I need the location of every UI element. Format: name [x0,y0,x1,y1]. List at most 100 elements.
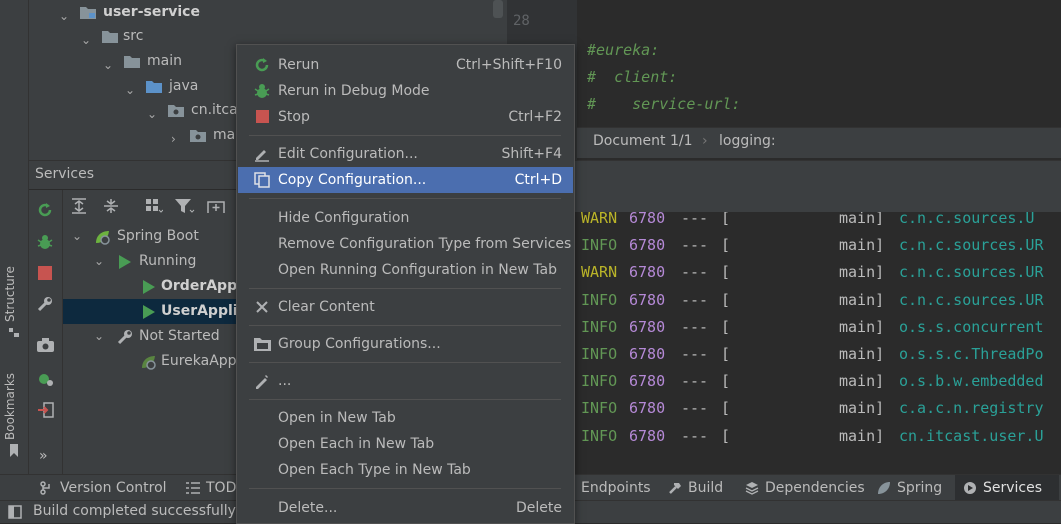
line-number: 28 [513,13,530,29]
menu-item-delete[interactable]: Delete... Delete [238,495,573,521]
services-row-not-started[interactable]: ⌄ Not Started [63,324,238,349]
hammer-icon [668,481,682,495]
tab-label: Endpoints [581,480,651,496]
services-label: Running [139,253,197,269]
menu-label: Open Each Type in New Tab [278,462,471,478]
log-level: INFO [581,399,618,418]
window-icon[interactable] [8,505,22,519]
log-logger: o.s.b.w.embedded [899,372,1044,391]
collapse-all-icon[interactable] [103,198,119,214]
menu-item-rerun-debug[interactable]: Rerun in Debug Mode [238,78,573,104]
new-tab-icon[interactable] [207,198,225,214]
pencil-icon [254,373,270,389]
log-logger: o.s.s.concurrent [899,317,1044,336]
log-thread: main] [839,372,885,391]
log-level: INFO [581,236,618,255]
stop-icon[interactable] [38,266,52,280]
menu-item-group-configurations[interactable]: Group Configurations... [238,331,573,357]
leaf-icon [877,481,891,495]
menu-item-more[interactable]: ... [238,368,573,394]
menu-separator [249,399,561,400]
context-menu: Rerun Ctrl+Shift+F10 Rerun in Debug Mode… [236,44,575,524]
menu-item-edit-configuration[interactable]: Edit Configuration... Shift+F4 [238,141,573,167]
console-output[interactable]: WARN 6780 --- [main] c.n.c.sources.U INFO 6780… [573,212,1061,459]
log-open: [ [721,345,731,363]
folder-icon [102,29,118,43]
menu-separator [249,135,561,136]
services-row-eureka-app[interactable]: EurekaApp [63,349,238,374]
log-pid: 6780 [629,236,666,255]
more-actions-button[interactable]: » [39,448,48,464]
structure-tab[interactable]: Structure [3,266,17,322]
filter-icon[interactable] [175,198,195,214]
tree-label: java [169,78,199,94]
tree-label: main [147,53,182,69]
menu-shortcut: Ctrl+Shift+F10 [455,57,562,73]
menu-label: Clear Content [278,299,375,315]
tree-scrollbar[interactable] [493,0,503,18]
menu-separator [249,198,561,199]
log-logger: o.s.s.c.ThreadPo [899,345,1044,363]
log-sep: --- [681,236,709,255]
rerun-icon[interactable] [37,202,53,218]
group-by-icon[interactable] [145,198,163,214]
wrench-icon[interactable] [37,296,53,312]
menu-item-clear-content[interactable]: Clear Content [238,294,573,320]
log-level: INFO [581,317,618,336]
log-open: [ [721,426,731,445]
camera-icon[interactable] [37,338,54,352]
menu-item-open-each-type[interactable]: Open Each Type in New Tab [238,457,573,483]
menu-item-rerun[interactable]: Rerun Ctrl+Shift+F10 [238,52,573,78]
log-pid: 6780 [629,426,666,445]
log-thread: main] [839,263,885,282]
log-open: [ [721,399,731,418]
module-folder-icon [80,5,96,19]
log-pid: 6780 [629,263,666,282]
services-row-user-app[interactable]: UserApplic [63,299,246,324]
breadcrumb-item[interactable]: logging: [719,133,776,149]
debug-settings-icon[interactable] [37,370,53,386]
services-row-order-app[interactable]: OrderAppli [63,274,247,299]
log-thread: main] [839,317,885,336]
log-open: [ [721,372,731,391]
menu-item-open-running-config[interactable]: Open Running Configuration in New Tab [238,257,573,283]
services-row-running[interactable]: ⌄ Running [63,249,238,274]
chevron-right-icon: › [171,132,176,146]
tab-services[interactable]: Services [955,475,1059,501]
chevron-down-icon: ⌄ [72,229,83,243]
menu-separator [249,288,561,289]
log-level: INFO [581,372,618,391]
log-thread: main] [839,212,885,227]
log-logger: c.n.c.sources.UR [899,236,1044,255]
tree-label: user-service [103,4,200,20]
tab-label: Build [688,480,724,496]
services-label: UserApplic [161,303,246,319]
chevron-down-icon: ⌄ [125,83,136,97]
code-editor[interactable]: #eureka: # client: # service-url: [577,0,1061,127]
breadcrumb-item[interactable]: Document 1/1 [593,133,693,149]
debug-icon[interactable] [37,234,53,250]
services-icon [963,481,977,495]
tab-label: Spring [897,480,943,496]
bookmarks-tab[interactable]: Bookmarks [3,373,17,440]
attach-icon[interactable] [38,402,54,418]
menu-item-hide-configuration[interactable]: Hide Configuration [238,205,573,231]
expand-all-icon[interactable] [71,198,87,214]
menu-item-open-each-new-tab[interactable]: Open Each in New Tab [238,431,573,457]
menu-item-stop[interactable]: Stop Ctrl+F2 [238,104,573,130]
run-icon [119,255,131,269]
menu-label: Edit Configuration... [278,146,418,162]
log-thread: main] [839,345,885,363]
menu-item-open-new-tab[interactable]: Open in New Tab [238,405,573,431]
menu-item-remove-type[interactable]: Remove Configuration Type from Services [238,231,573,257]
menu-label: Open Each in New Tab [278,436,435,452]
spring-boot-icon [139,354,157,370]
log-open: [ [721,236,731,255]
services-title: Services [35,166,95,182]
menu-label: Hide Configuration [278,210,410,226]
menu-item-copy-configuration[interactable]: Copy Configuration... Ctrl+D [238,167,573,193]
log-pid: 6780 [629,399,666,418]
log-level: WARN [581,263,618,282]
menu-label: Open in New Tab [278,410,396,426]
services-row-spring-boot[interactable]: ⌄ Spring Boot [63,224,238,249]
